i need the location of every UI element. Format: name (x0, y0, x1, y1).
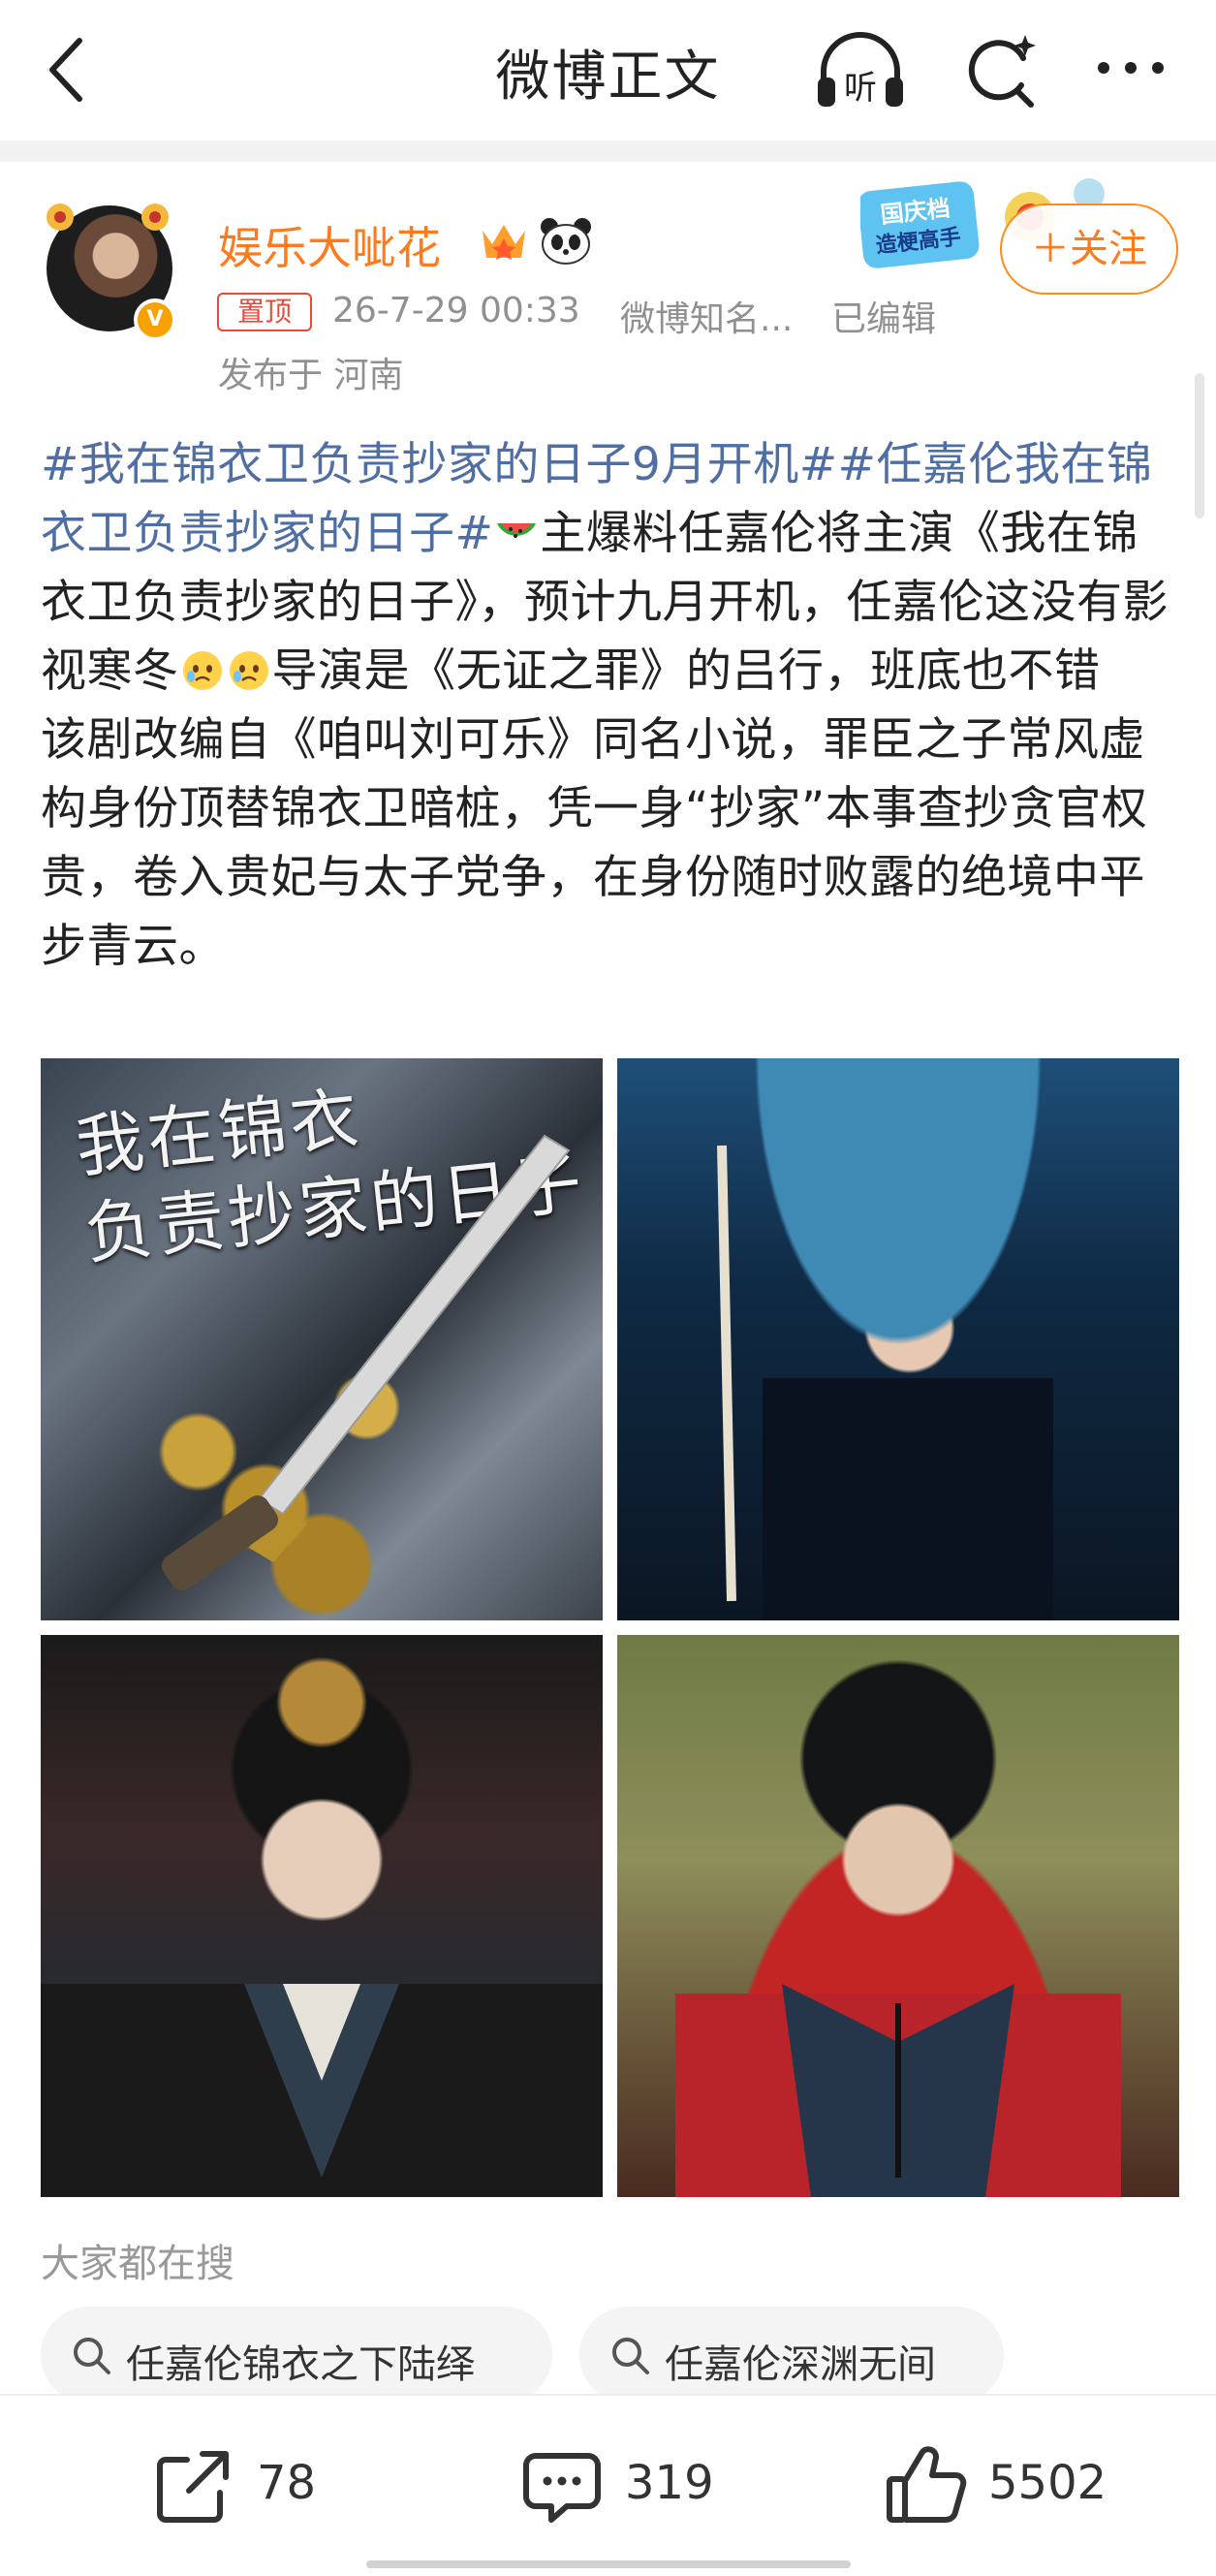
costume-graphic (41, 1984, 603, 2197)
crying-face-emoji (182, 651, 222, 690)
listen-label: 听 (844, 69, 877, 108)
search-icon (74, 2338, 110, 2374)
trending-search-heading: 大家都在搜 (41, 2242, 234, 2286)
post-image-3[interactable] (41, 1635, 603, 2197)
post-image-4[interactable] (617, 1635, 1179, 2197)
refresh-sparkle-icon[interactable] (959, 27, 1041, 114)
share-count: 78 (257, 2456, 317, 2510)
search-suggestion-chip[interactable]: 任嘉伦深渊无间 (579, 2307, 1004, 2403)
search-suggestion-label: 任嘉伦深渊无间 (665, 2342, 936, 2387)
search-suggestion-chip[interactable]: 任嘉伦锦衣之下陆绎 (41, 2307, 552, 2403)
top-nav-bar: 微博正文 听 (0, 0, 1216, 141)
like-count: 5502 (988, 2456, 1107, 2510)
post-text-paragraph2: 该剧改编自《咱叫刘可乐》同名小说，罪臣之子常风虚构身份顶替锦衣卫暗桩，凭一身“抄… (41, 713, 1148, 973)
more-dots-icon[interactable] (1090, 29, 1171, 107)
post-body: #我在锦衣卫负责抄家的日子9月开机##任嘉伦我在锦衣卫负责抄家的日子# 主爆料任嘉… (41, 430, 1184, 981)
verified-v-icon: V (134, 298, 176, 341)
share-icon (157, 2451, 229, 2523)
pinned-badge: 置顶 (217, 293, 312, 331)
home-indicator[interactable] (366, 2560, 851, 2568)
vip-badge-icon (483, 225, 525, 260)
sword-graphic (161, 1134, 571, 1590)
scrollbar[interactable] (1195, 373, 1204, 518)
author-name[interactable]: 娱乐大呲花 (218, 213, 441, 277)
bottom-action-bar: 78 319 5502 (0, 2394, 1216, 2576)
post-source: 微博知名... (620, 299, 794, 339)
post-location: 发布于 河南 (218, 356, 404, 395)
search-icon (612, 2338, 649, 2374)
comment-count: 319 (625, 2456, 714, 2510)
watermelon-emoji (497, 523, 537, 538)
follow-button[interactable]: ＋关注 (1000, 204, 1178, 295)
post-image-2[interactable] (617, 1058, 1179, 1620)
panda-icon (541, 218, 591, 265)
costume-graphic (675, 1984, 1121, 2197)
edited-label[interactable]: 已编辑 (831, 291, 936, 341)
section-divider (0, 141, 1216, 162)
crying-face-emoji (229, 651, 268, 690)
avatar[interactable]: V (39, 194, 176, 349)
post-time: 26-7-29 00:33 (332, 291, 580, 330)
hashtag-link[interactable]: #我在锦衣卫负责抄家的日子9月开机# (41, 438, 838, 491)
post-text-part2: 导演是《无证之罪》的吕行，班底也不错 (271, 644, 1101, 698)
search-suggestion-label: 任嘉伦锦衣之下陆绎 (126, 2342, 475, 2387)
post-image-1[interactable]: 我在锦衣 负责抄家的日子 (41, 1058, 603, 1620)
avatar-frame-decoration-icon (47, 204, 169, 231)
headphones-icon[interactable]: 听 (812, 27, 909, 114)
thumbs-up-icon (887, 2446, 967, 2523)
comment-icon (523, 2453, 601, 2523)
umbrella-graphic (717, 1145, 1053, 1620)
